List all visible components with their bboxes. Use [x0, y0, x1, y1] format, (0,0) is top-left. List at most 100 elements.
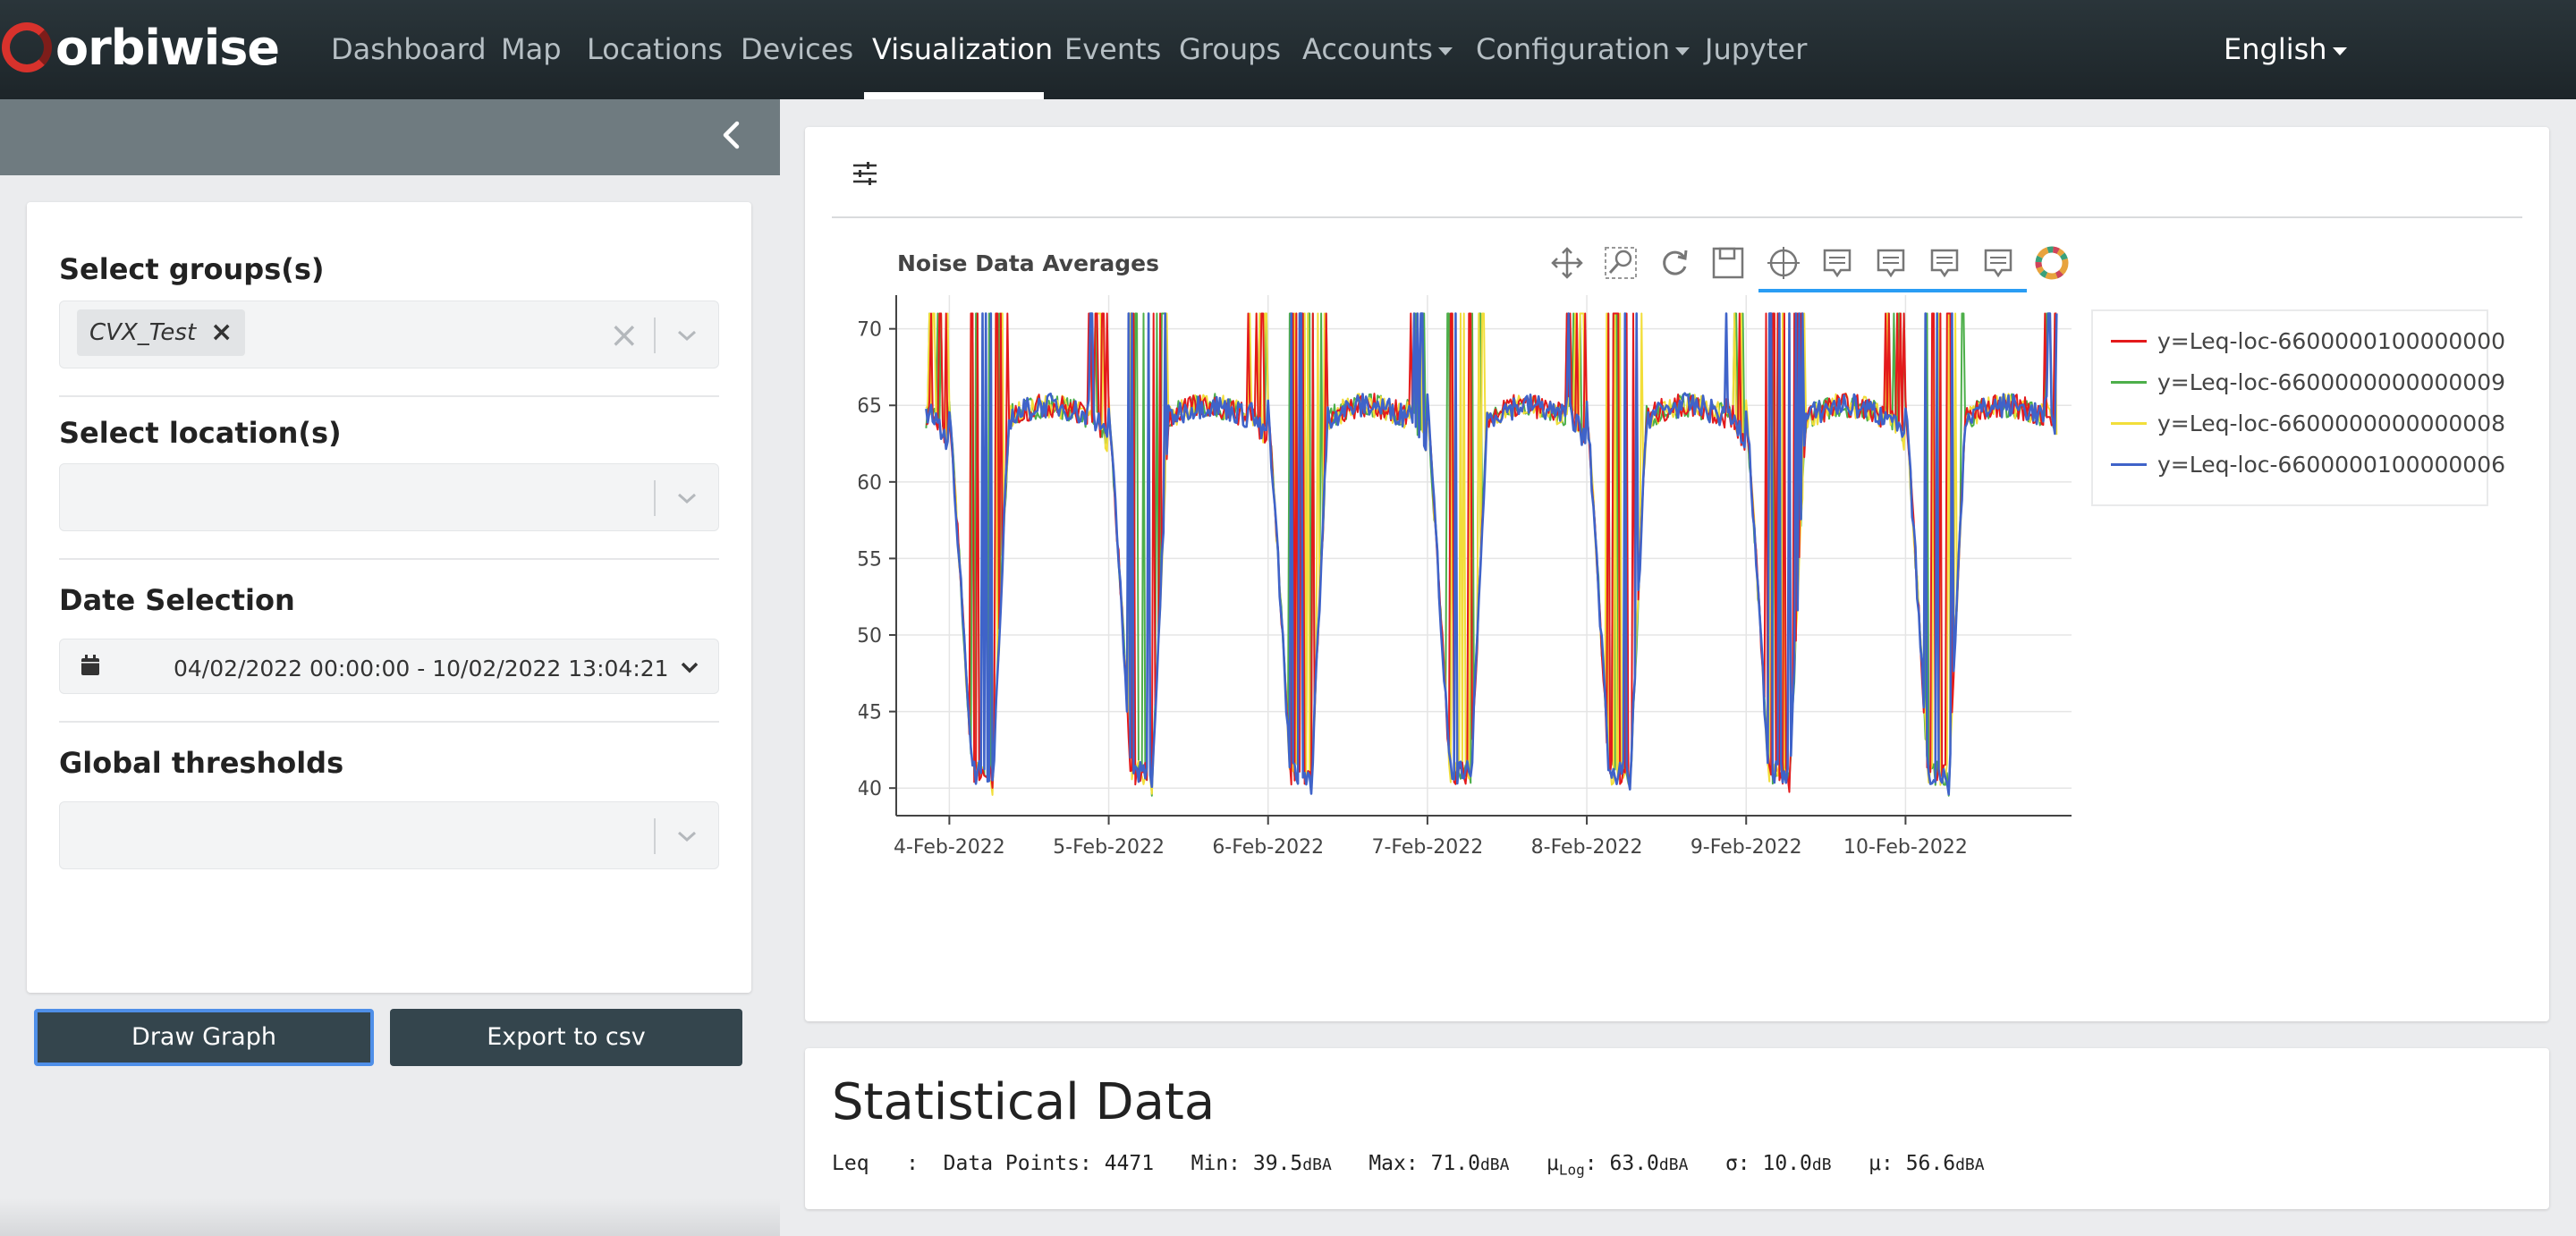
locations-select[interactable]: [59, 463, 719, 531]
logo-ring-icon: [2, 22, 52, 72]
unit: dBA: [1955, 1156, 1985, 1174]
x-tick-label: 9-Feb-2022: [1690, 836, 1802, 859]
mulog-value: 63.0: [1609, 1152, 1659, 1175]
chevron-down-icon: [1675, 47, 1690, 55]
legend-label: y=Leq-loc-6600000100000006: [2157, 451, 2506, 478]
nav-map[interactable]: Map: [501, 0, 562, 99]
unit: dBA: [1302, 1156, 1332, 1174]
pan-icon[interactable]: [1549, 245, 1585, 281]
orbiwise-logo[interactable]: orbiwise: [2, 16, 280, 79]
legend-item[interactable]: y=Leq-loc-6600000100000000: [2111, 320, 2505, 361]
x-tick-label: 4-Feb-2022: [894, 836, 1005, 859]
chevron-down-icon[interactable]: [680, 660, 699, 674]
x-tick-label: 5-Feb-2022: [1053, 836, 1165, 859]
divider: [59, 721, 719, 723]
language-dropdown[interactable]: English: [2224, 0, 2347, 99]
chevron-down-icon[interactable]: [675, 326, 699, 344]
chevron-down-icon[interactable]: [675, 489, 699, 507]
sidebar-bottom-fade: [0, 1198, 780, 1236]
y-tick-label: 40: [859, 778, 882, 800]
nav-devices[interactable]: Devices: [741, 0, 853, 99]
data-points-label: Data Points:: [943, 1152, 1092, 1175]
nav-jupyter[interactable]: Jupyter: [1705, 0, 1807, 99]
thresholds-select[interactable]: [59, 801, 719, 869]
hover-icon[interactable]: [1980, 245, 2016, 281]
remove-tag-icon[interactable]: ×: [210, 319, 233, 346]
legend-item[interactable]: y=Leq-loc-6600000000000008: [2111, 402, 2505, 444]
sigma-label: σ:: [1724, 1152, 1750, 1175]
date-selection-label: Date Selection: [59, 583, 295, 617]
y-tick-label: 50: [859, 625, 882, 648]
chart-settings-icon[interactable]: [852, 161, 878, 186]
y-tick-label: 70: [859, 319, 882, 342]
hover-icon[interactable]: [1927, 245, 1962, 281]
nav-dashboard[interactable]: Dashboard: [331, 0, 487, 99]
unit: dBA: [1658, 1156, 1689, 1174]
hover-icon[interactable]: [1819, 245, 1855, 281]
export-csv-button[interactable]: Export to csv: [390, 1009, 742, 1066]
x-tick-label: 10-Feb-2022: [1843, 836, 1968, 859]
mu-value: 56.6: [1905, 1152, 1956, 1175]
legend-swatch: [2111, 339, 2147, 343]
x-tick-label: 6-Feb-2022: [1212, 836, 1324, 859]
legend-swatch: [2111, 421, 2147, 425]
stats-metric: Leq: [832, 1152, 869, 1175]
noise-chart[interactable]: 40 45 50 55 60 65 70 4-Feb-2022 5-Feb-2022 6-Feb-…: [859, 286, 2084, 876]
select-divider: [654, 818, 656, 854]
nav-accounts-dropdown[interactable]: Accounts: [1302, 0, 1453, 99]
global-thresholds-label: Global thresholds: [59, 746, 344, 780]
nav-groups[interactable]: Groups: [1179, 0, 1281, 99]
stats-sep: :: [906, 1152, 919, 1175]
min-value: 39.5: [1252, 1152, 1303, 1175]
select-divider: [654, 480, 656, 516]
box-zoom-icon[interactable]: [1603, 245, 1639, 281]
date-range-value: 04/02/2022 00:00:00 - 10/02/2022 13:04:2…: [174, 656, 669, 681]
nav-events[interactable]: Events: [1064, 0, 1161, 99]
nav-configuration-dropdown[interactable]: Configuration: [1476, 0, 1690, 99]
draw-graph-button[interactable]: Draw Graph: [34, 1009, 374, 1066]
chevron-down-icon: [2332, 47, 2347, 55]
clear-selection-icon[interactable]: ×: [609, 317, 640, 353]
sidebar-header: [0, 99, 780, 175]
data-points-value: 4471: [1104, 1152, 1155, 1175]
hover-icon[interactable]: [1873, 245, 1909, 281]
mulog-label: μ: [1546, 1152, 1559, 1175]
stats-line: Leq : Data Points: 4471 Min: 39.5dBA Max…: [832, 1152, 1985, 1179]
legend-label: y=Leq-loc-6600000000000008: [2157, 410, 2506, 436]
chevron-down-icon: [1437, 47, 1453, 55]
sigma-value: 10.0: [1762, 1152, 1812, 1175]
nav-locations[interactable]: Locations: [587, 0, 723, 99]
nav-accounts-label: Accounts: [1302, 32, 1433, 66]
chart-header-divider: [832, 216, 2522, 218]
reset-icon[interactable]: [1657, 245, 1692, 281]
series-line: [925, 312, 2057, 793]
active-tab-indicator: [864, 92, 1044, 99]
calendar-icon: [81, 655, 99, 675]
unit: dBA: [1479, 1156, 1510, 1174]
group-tag: CVX_Test ×: [77, 309, 246, 356]
collapse-sidebar-icon[interactable]: [716, 113, 748, 157]
y-tick-label: 55: [859, 548, 882, 571]
logo-text: orbiwise: [55, 19, 280, 76]
max-label: Max:: [1368, 1152, 1419, 1175]
chevron-down-icon[interactable]: [675, 827, 699, 845]
chart-title: Noise Data Averages: [897, 250, 1159, 276]
bokeh-logo-icon[interactable]: [2034, 245, 2070, 281]
x-tick-label: 8-Feb-2022: [1531, 836, 1643, 859]
nav-visualization[interactable]: Visualization: [872, 0, 1053, 99]
min-label: Min:: [1191, 1152, 1241, 1175]
legend-swatch: [2111, 462, 2147, 466]
legend-item[interactable]: y=Leq-loc-6600000000000009: [2111, 361, 2505, 402]
top-navbar: orbiwise Dashboard Map Locations Devices…: [0, 0, 2576, 99]
y-tick-label: 60: [859, 472, 882, 495]
legend-item[interactable]: y=Leq-loc-6600000100000006: [2111, 444, 2505, 485]
groups-label: Select groups(s): [59, 252, 325, 286]
crosshair-icon[interactable]: [1766, 245, 1801, 281]
divider: [59, 395, 719, 397]
save-icon[interactable]: [1710, 245, 1746, 281]
unit: dB: [1811, 1156, 1832, 1174]
mu-label: μ:: [1868, 1152, 1894, 1175]
chart-series: [925, 312, 2058, 797]
legend-swatch: [2111, 380, 2147, 384]
divider: [59, 558, 719, 560]
